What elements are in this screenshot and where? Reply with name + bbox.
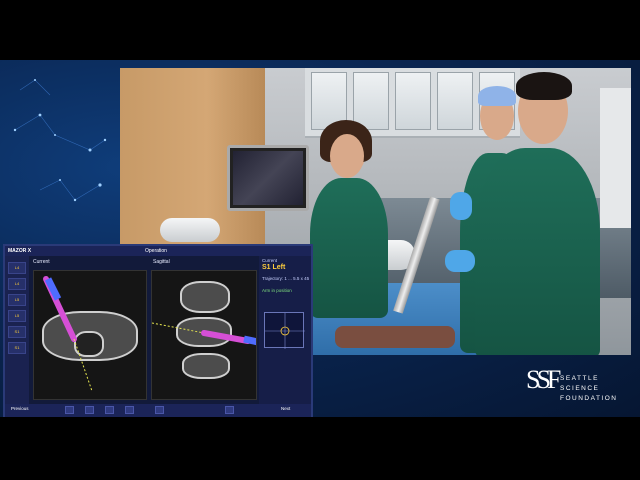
view-label-current: Current	[33, 259, 50, 265]
level-item[interactable]: S1	[8, 326, 26, 338]
seattle-science-foundation-logo: SSF SEATTLE SCIENCE FOUNDATION	[520, 363, 630, 409]
plan-panel: Current S1 Left Trajectory: 1 ... 5.5 x …	[259, 256, 311, 404]
logo-line-3: FOUNDATION	[560, 395, 618, 402]
alignment-grid	[264, 312, 305, 349]
nav-title-bar: MAZOR X Operation	[5, 246, 311, 256]
logo-line-1: SEATTLE	[560, 375, 599, 382]
next-button[interactable]: Next	[281, 406, 290, 411]
level-sidebar: L4 L4 L5 L5 S1 S1	[5, 256, 29, 404]
ct-view-sagittal[interactable]	[151, 270, 257, 400]
navigation-monitor	[227, 145, 309, 211]
view-label-sagittal: Sagittal	[153, 259, 170, 265]
video-stage: MAZOR X Operation L4 L4 L5 L5 S1 S1 Curr…	[0, 0, 640, 480]
panel-level: S1 Left	[262, 264, 286, 271]
panel-trajectory: Trajectory: 1 ... 5.5 x 45	[262, 276, 310, 281]
robot-base	[160, 218, 220, 242]
tool-button[interactable]	[85, 406, 94, 414]
level-item[interactable]: L4	[8, 262, 26, 274]
level-item[interactable]: S1	[8, 342, 26, 354]
tool-button[interactable]	[225, 406, 234, 414]
level-item[interactable]: L5	[8, 294, 26, 306]
patient-back	[335, 326, 455, 348]
level-item[interactable]: L5	[8, 310, 26, 322]
tool-button[interactable]	[155, 406, 164, 414]
nurse	[310, 178, 388, 318]
panel-status: Arm in position	[262, 288, 292, 293]
tool-button[interactable]	[105, 406, 114, 414]
tool-button[interactable]	[65, 406, 74, 414]
previous-button[interactable]: Previous	[11, 406, 29, 411]
surgeon	[475, 148, 600, 355]
logo-mark: SSF	[526, 365, 561, 394]
nav-bottom-bar: Previous Next	[5, 404, 311, 417]
nav-operation-label: Operation	[145, 248, 167, 254]
ct-view-axial[interactable]	[33, 270, 147, 400]
tool-button[interactable]	[125, 406, 134, 414]
logo-line-2: SCIENCE	[560, 385, 600, 392]
surgical-navigation-screen: MAZOR X Operation L4 L4 L5 L5 S1 S1 Curr…	[3, 244, 313, 417]
panel-header: Current	[262, 258, 278, 263]
level-item[interactable]: L4	[8, 278, 26, 290]
nav-brand: MAZOR X	[8, 248, 32, 254]
broadcast-frame: MAZOR X Operation L4 L4 L5 L5 S1 S1 Curr…	[0, 60, 640, 417]
